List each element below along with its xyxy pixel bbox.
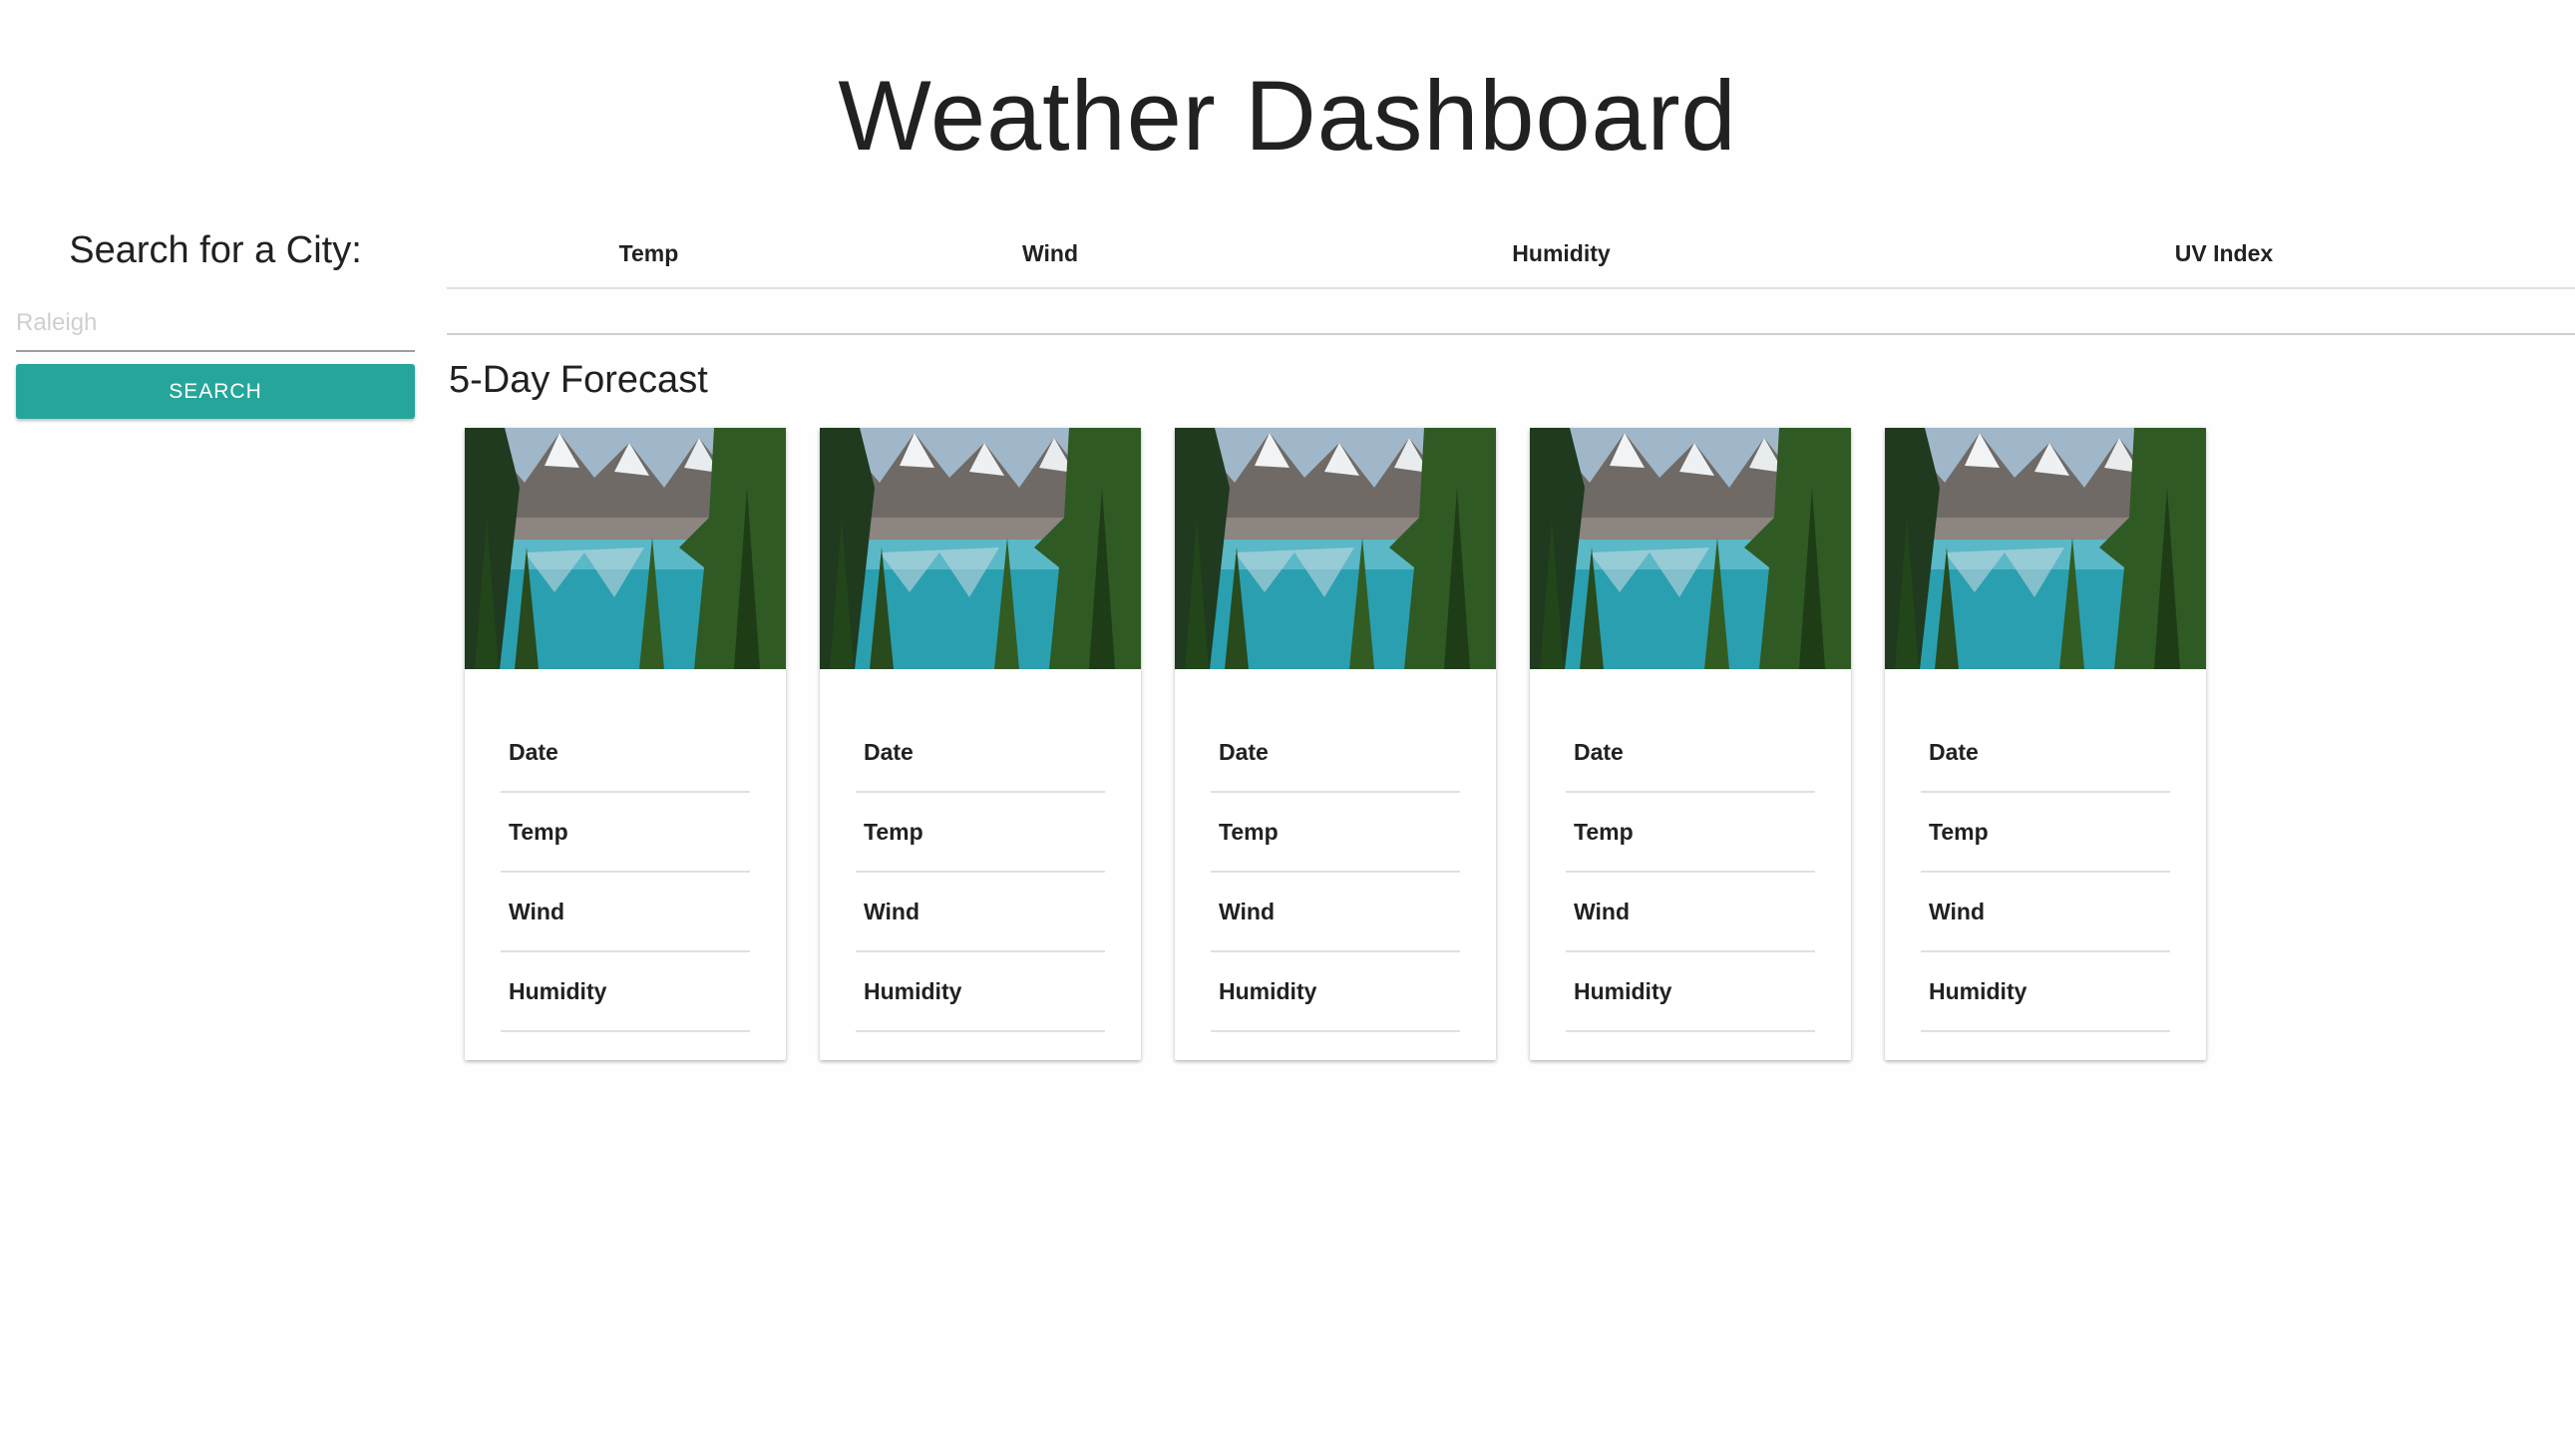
forecast-temp: Temp <box>501 793 750 873</box>
forecast-card: Date Temp Wind Humidity <box>1885 428 2206 1060</box>
forecast-date: Date <box>1566 713 1815 793</box>
mountain-lake-image <box>820 428 1141 669</box>
forecast-card: Date Temp Wind Humidity <box>820 428 1141 1060</box>
forecast-heading: 5-Day Forecast <box>449 359 708 401</box>
city-search-input[interactable] <box>16 296 415 352</box>
forecast-date: Date <box>856 713 1105 793</box>
search-label: Search for a City: <box>69 229 362 271</box>
column-header-humidity: Humidity <box>1512 239 1611 266</box>
mountain-lake-image <box>465 428 786 669</box>
forecast-date: Date <box>1921 713 2170 793</box>
forecast-wind: Wind <box>1566 873 1815 952</box>
forecast-wind: Wind <box>1211 873 1460 952</box>
forecast-cards: Date Temp Wind Humidity Date Temp Wind H… <box>465 428 2206 1060</box>
mountain-lake-image <box>1530 428 1851 669</box>
column-header-uv-index: UV Index <box>2174 239 2274 266</box>
column-header-temp: Temp <box>618 239 679 266</box>
forecast-temp: Temp <box>1921 793 2170 873</box>
forecast-temp: Temp <box>856 793 1105 873</box>
forecast-card: Date Temp Wind Humidity <box>1175 428 1496 1060</box>
column-header-wind: Wind <box>1022 239 1078 266</box>
forecast-wind: Wind <box>856 873 1105 952</box>
mountain-lake-image <box>1175 428 1496 669</box>
forecast-humidity: Humidity <box>856 952 1105 1032</box>
forecast-card: Date Temp Wind Humidity <box>465 428 786 1060</box>
page-title: Weather Dashboard <box>838 60 1737 171</box>
forecast-date: Date <box>1211 713 1460 793</box>
search-button[interactable]: SEARCH <box>16 364 415 419</box>
current-weather-table: Temp Wind Humidity UV Index <box>447 219 2575 335</box>
forecast-humidity: Humidity <box>1921 952 2170 1032</box>
forecast-card: Date Temp Wind Humidity <box>1530 428 1851 1060</box>
search-panel: Search for a City: SEARCH <box>16 229 415 419</box>
forecast-humidity: Humidity <box>1211 952 1460 1032</box>
current-weather-header: Temp Wind Humidity UV Index <box>447 219 2575 289</box>
forecast-wind: Wind <box>1921 873 2170 952</box>
mountain-lake-image <box>1885 428 2206 669</box>
forecast-wind: Wind <box>501 873 750 952</box>
forecast-humidity: Humidity <box>1566 952 1815 1032</box>
forecast-date: Date <box>501 713 750 793</box>
forecast-humidity: Humidity <box>501 952 750 1032</box>
forecast-temp: Temp <box>1211 793 1460 873</box>
current-weather-row <box>447 289 2575 335</box>
forecast-temp: Temp <box>1566 793 1815 873</box>
